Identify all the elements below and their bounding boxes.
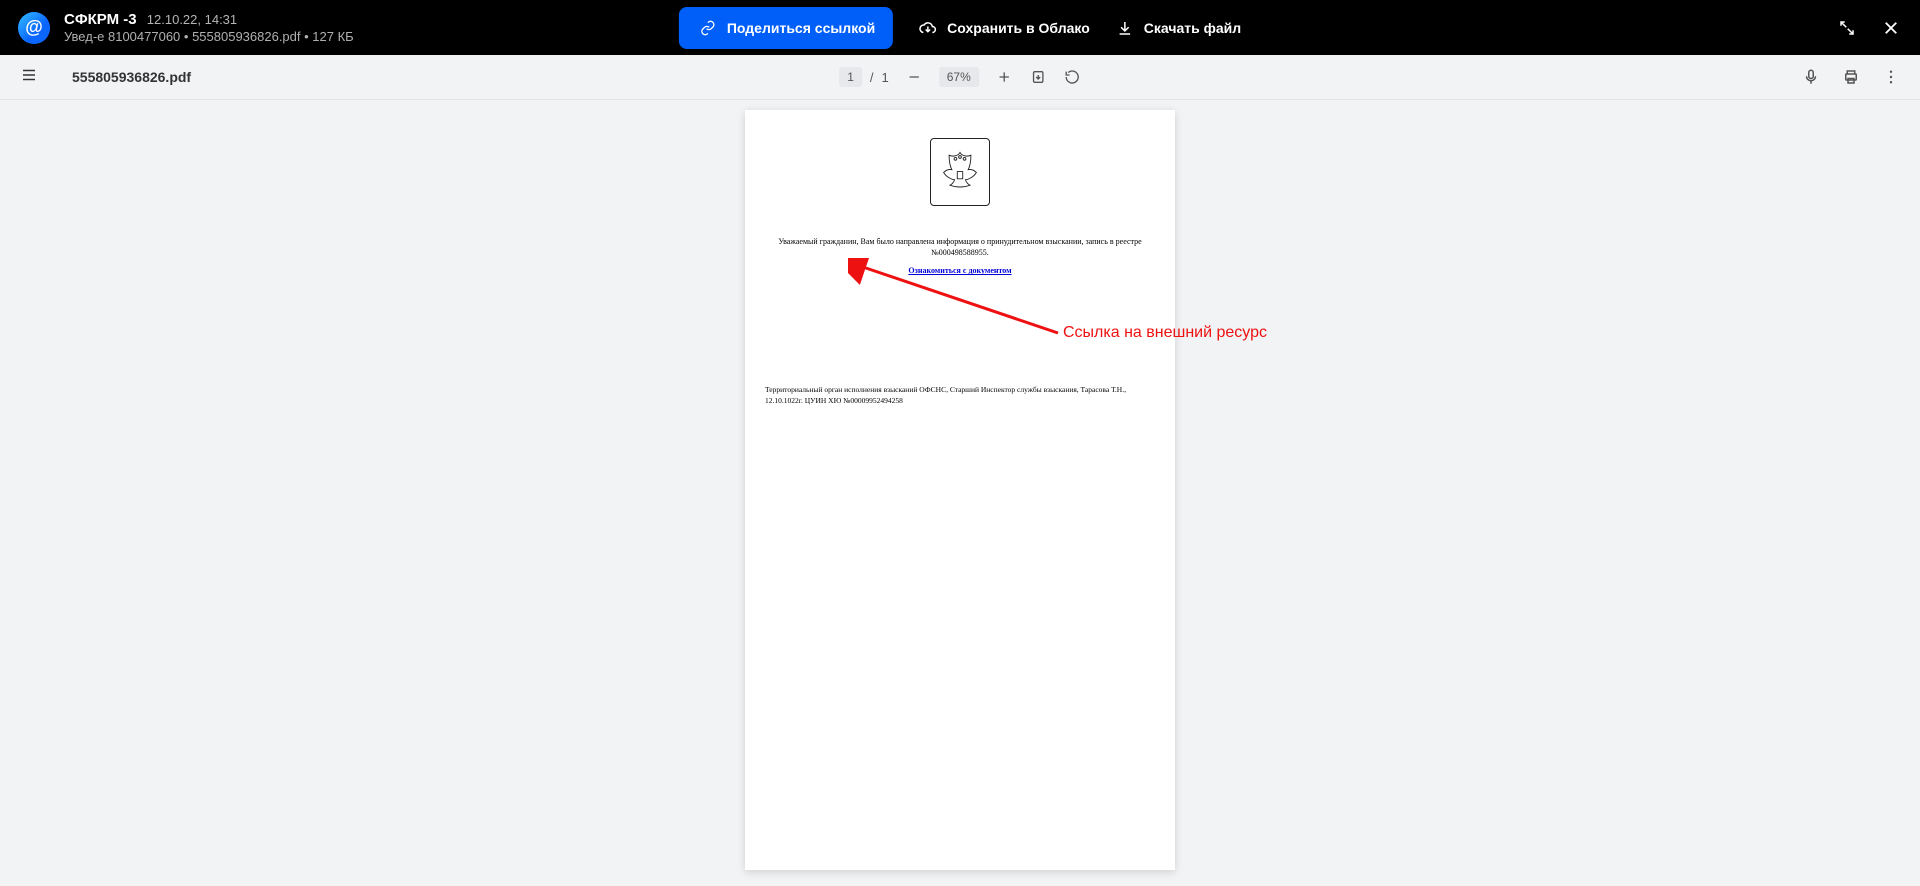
cloud-save-icon: [917, 17, 939, 39]
zoom-level[interactable]: 67%: [939, 67, 979, 87]
document-footer: Территориальный орган исполнения взыскан…: [765, 385, 1155, 406]
document-canvas[interactable]: Уважаемый гражданин, Вам было направлена…: [0, 100, 1920, 886]
page-indicator: 1 / 1: [839, 67, 889, 87]
pdf-page: Уважаемый гражданин, Вам было направлена…: [745, 110, 1175, 870]
mic-download-icon[interactable]: [1802, 68, 1820, 86]
share-link-button[interactable]: Поделиться ссылкой: [679, 7, 893, 49]
close-icon[interactable]: [1880, 17, 1902, 39]
download-icon: [1114, 17, 1136, 39]
logo-glyph: @: [25, 17, 43, 38]
save-cloud-button[interactable]: Сохранить в Облако: [917, 17, 1090, 39]
page-separator: /: [870, 70, 874, 85]
sender-name: СФКРМ -3: [64, 11, 137, 28]
zoom-out-button[interactable]: [905, 68, 923, 86]
coat-of-arms-icon: [930, 138, 990, 206]
rotate-button[interactable]: [1063, 68, 1081, 86]
share-link-label: Поделиться ссылкой: [727, 20, 875, 36]
save-cloud-label: Сохранить в Облако: [947, 20, 1090, 36]
sidebar-toggle-icon[interactable]: [20, 66, 38, 89]
sender-and-date: СФКРМ -3 12.10.22, 14:31: [64, 11, 354, 29]
header-actions: Поделиться ссылкой Сохранить в Облако Ск…: [679, 7, 1241, 49]
fullscreen-icon[interactable]: [1836, 17, 1858, 39]
document-paragraph: Уважаемый гражданин, Вам было направлена…: [765, 236, 1155, 258]
print-icon[interactable]: [1842, 68, 1860, 86]
page-current-input[interactable]: 1: [839, 67, 862, 87]
download-button[interactable]: Скачать файл: [1114, 17, 1241, 39]
page-total: 1: [882, 70, 889, 85]
mail-logo-icon: @: [18, 12, 50, 44]
download-label: Скачать файл: [1144, 20, 1241, 36]
annotation-label: Ссылка на внешний ресурс: [1063, 324, 1267, 342]
more-menu-icon[interactable]: [1882, 68, 1900, 86]
open-file-name: 555805936826.pdf: [72, 69, 191, 85]
link-icon: [697, 17, 719, 39]
fit-page-button[interactable]: [1029, 68, 1047, 86]
file-meta: Увед-е 8100477060 • 555805936826.pdf • 1…: [64, 29, 354, 45]
sent-datetime: 12.10.22, 14:31: [147, 12, 237, 27]
app-header: @ СФКРМ -3 12.10.22, 14:31 Увед-е 810047…: [0, 0, 1920, 55]
pdf-toolbar: 555805936826.pdf 1 / 1 67%: [0, 55, 1920, 100]
zoom-in-button[interactable]: [995, 68, 1013, 86]
header-right: [1836, 17, 1902, 39]
title-block: СФКРМ -3 12.10.22, 14:31 Увед-е 81004770…: [64, 11, 354, 45]
toolbar-right: [1802, 68, 1900, 86]
pdf-controls: 1 / 1 67%: [839, 67, 1081, 87]
document-external-link[interactable]: Ознакомиться с документом: [765, 266, 1155, 275]
